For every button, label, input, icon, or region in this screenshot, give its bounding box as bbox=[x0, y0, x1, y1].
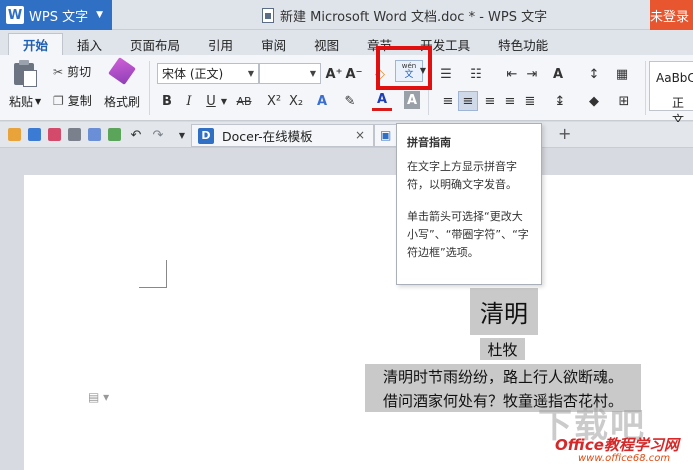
chevron-down-icon: ▼ bbox=[35, 97, 42, 106]
watermark-main: Office教程学习网 bbox=[555, 436, 679, 454]
tab-review[interactable]: 审阅 bbox=[247, 33, 300, 55]
document-icon: ▣ bbox=[380, 128, 392, 142]
font-name-select[interactable]: 宋体 (正文) ▼ bbox=[157, 63, 259, 84]
align-left-icon[interactable]: ≡ bbox=[438, 91, 458, 111]
font-size-select[interactable]: ▼ bbox=[259, 63, 321, 84]
change-case-icon[interactable]: A bbox=[548, 64, 568, 84]
chevron-down-icon[interactable]: ▼ bbox=[172, 125, 192, 145]
font-color-icon[interactable]: A bbox=[372, 91, 392, 111]
copy-button[interactable]: ❐ 复制 bbox=[53, 92, 92, 109]
separator bbox=[149, 61, 150, 115]
title-bar: W WPS 文字 ▼ 新建 Microsoft Word 文档.doc * - … bbox=[0, 0, 693, 30]
chevron-down-icon[interactable]: ▼ bbox=[214, 91, 234, 111]
paste-icon bbox=[14, 60, 37, 87]
quick-access-bar: ↶ ↷ ▼ D Docer-在线模板 × ▣ + bbox=[0, 122, 693, 148]
table-grid-icon[interactable]: ▦ bbox=[612, 64, 632, 84]
format-painter-label: 格式刷 bbox=[104, 95, 141, 109]
window-title-text: 新建 Microsoft Word 文档.doc * - WPS 文字 bbox=[280, 10, 548, 25]
paste-label[interactable]: 粘贴 ▼ bbox=[9, 93, 41, 110]
style-gallery[interactable]: AaBbC 正文 bbox=[649, 61, 693, 127]
chevron-down-icon: ▼ bbox=[247, 69, 254, 78]
separator bbox=[645, 61, 646, 115]
tab-features[interactable]: 特色功能 bbox=[484, 33, 562, 55]
close-icon[interactable]: × bbox=[355, 128, 365, 142]
tab-docer-templates[interactable]: D Docer-在线模板 × bbox=[191, 124, 374, 147]
tab-page-layout[interactable]: 页面布局 bbox=[116, 33, 194, 55]
watermark: 下载吧 Office教程学习网 www.office68.com bbox=[538, 398, 693, 470]
align-right-icon[interactable]: ≡ bbox=[480, 91, 500, 111]
poem-line-1[interactable]: 清明时节雨纷纷，路上行人欲断魂。 bbox=[365, 364, 641, 388]
window-title: 新建 Microsoft Word 文档.doc * - WPS 文字 bbox=[262, 6, 547, 25]
style-preview: AaBbC bbox=[656, 71, 693, 85]
bold-button[interactable]: B bbox=[157, 91, 177, 111]
wps-logo-icon: W bbox=[6, 6, 24, 24]
numbered-list-icon[interactable]: ☷ bbox=[466, 64, 486, 84]
login-button[interactable]: 未登录 bbox=[650, 0, 693, 30]
docer-logo-icon: D bbox=[198, 127, 214, 144]
format-painter-icon-wrap[interactable] bbox=[108, 57, 136, 85]
line-spacing-icon[interactable]: ↨ bbox=[550, 91, 570, 111]
distribute-icon[interactable]: ≣ bbox=[520, 91, 540, 111]
spell-check-icon[interactable] bbox=[108, 128, 121, 141]
tab-insert[interactable]: 插入 bbox=[63, 33, 116, 55]
tab-home[interactable]: 开始 bbox=[8, 33, 64, 55]
tab-references[interactable]: 引用 bbox=[194, 33, 247, 55]
strikethrough-button[interactable]: AB bbox=[232, 91, 256, 111]
text-effect-icon[interactable]: A bbox=[312, 91, 332, 111]
pinyin-guide-tooltip: 拼音指南 在文字上方显示拼音字符，以明确文字发音。 单击箭头可选择“更改大小写”… bbox=[396, 123, 542, 285]
decrease-indent-icon[interactable]: ⇤ bbox=[502, 64, 522, 84]
align-center-icon[interactable]: ≡ bbox=[458, 91, 478, 111]
scissors-icon: ✂ bbox=[53, 64, 64, 79]
grow-font-button[interactable]: A⁺ bbox=[324, 64, 344, 84]
tooltip-hint: 单击箭头可选择“更改大小写”、“带圈字符”、“字符边框”选项。 bbox=[407, 210, 529, 259]
print-preview-icon[interactable] bbox=[88, 128, 101, 141]
superscript-button[interactable]: X² bbox=[264, 91, 284, 111]
copy-label: 复制 bbox=[67, 94, 92, 108]
ribbon-tabs: 开始 插入 页面布局 引用 审阅 视图 章节 开发工具 特色功能 bbox=[0, 30, 693, 55]
paragraph-layout-icon[interactable]: ▤ ▾ bbox=[88, 390, 109, 404]
cut-button[interactable]: ✂ 剪切 bbox=[53, 63, 91, 80]
paste-button[interactable] bbox=[14, 60, 37, 87]
poem-title[interactable]: 清明 bbox=[470, 288, 538, 335]
app-name: WPS 文字 bbox=[29, 9, 89, 25]
tooltip-title: 拼音指南 bbox=[407, 136, 451, 149]
shrink-font-button[interactable]: A⁻ bbox=[344, 64, 364, 84]
justify-icon[interactable]: ≡ bbox=[500, 91, 520, 111]
margin-corner-mark bbox=[166, 260, 167, 288]
export-pdf-icon[interactable] bbox=[48, 128, 61, 141]
watermark-url: www.office68.com bbox=[578, 453, 671, 464]
highlight-pen-icon[interactable]: ✎ bbox=[340, 91, 360, 111]
document-icon bbox=[262, 8, 274, 23]
chevron-down-icon: ▼ bbox=[96, 10, 103, 20]
format-painter-button[interactable]: 格式刷 bbox=[104, 93, 140, 110]
subscript-button[interactable]: X₂ bbox=[286, 91, 306, 111]
highlight-annotation-box bbox=[376, 46, 432, 90]
tooltip-description: 在文字上方显示拼音字符，以明确文字发音。 bbox=[407, 160, 517, 191]
redo-icon[interactable]: ↷ bbox=[148, 125, 168, 145]
copy-icon: ❐ bbox=[53, 93, 64, 108]
print-icon[interactable] bbox=[68, 128, 81, 141]
app-menu-button[interactable]: W WPS 文字 ▼ bbox=[0, 0, 112, 30]
tab-view[interactable]: 视图 bbox=[300, 33, 353, 55]
format-painter-icon bbox=[108, 57, 136, 85]
font-name-value: 宋体 (正文) bbox=[162, 67, 224, 81]
save-icon[interactable] bbox=[28, 128, 41, 141]
docer-tab-label: Docer-在线模板 bbox=[222, 129, 313, 144]
bullet-list-icon[interactable]: ☰ bbox=[436, 64, 456, 84]
sort-icon[interactable]: ↕ bbox=[584, 64, 604, 84]
border-icon[interactable]: ⊞ bbox=[614, 91, 634, 111]
paint-bucket-icon[interactable]: ◆ bbox=[584, 91, 604, 111]
increase-indent-icon[interactable]: ⇥ bbox=[522, 64, 542, 84]
new-tab-button[interactable]: + bbox=[558, 124, 571, 143]
chevron-down-icon: ▼ bbox=[309, 69, 316, 78]
open-folder-icon[interactable] bbox=[8, 128, 21, 141]
undo-icon[interactable]: ↶ bbox=[126, 125, 146, 145]
char-shading-icon[interactable]: A bbox=[404, 91, 420, 109]
ribbon: 粘贴 ▼ ✂ 剪切 ❐ 复制 格式刷 宋体 (正文) ▼ ▼ A⁺ A⁻ ◇ B… bbox=[0, 55, 693, 121]
poem-author[interactable]: 杜牧 bbox=[480, 338, 525, 360]
paste-label-text: 粘贴 bbox=[9, 95, 34, 109]
margin-corner-mark bbox=[139, 287, 167, 288]
cut-label: 剪切 bbox=[67, 65, 92, 79]
italic-button[interactable]: I bbox=[179, 91, 199, 111]
